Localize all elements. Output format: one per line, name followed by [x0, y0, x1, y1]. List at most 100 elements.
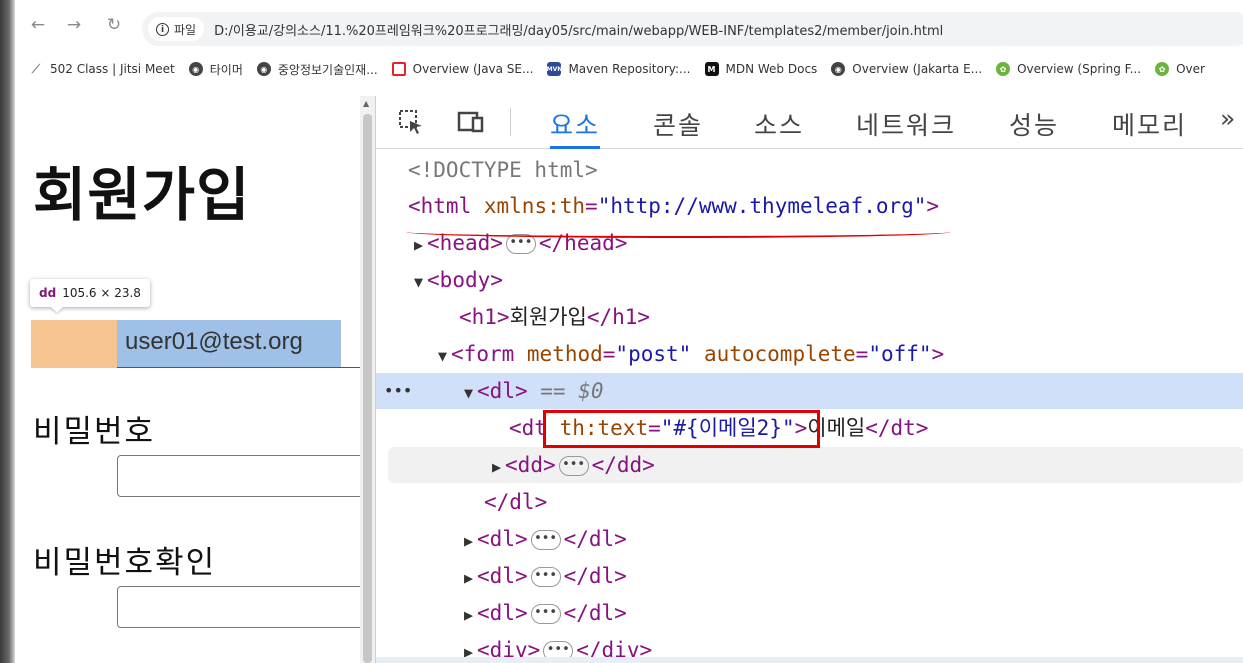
dom-line-dl-3[interactable]: ▶ <dl> ••• </dl>: [376, 558, 1243, 594]
bookmark-timer[interactable]: ◉ 타이머: [188, 61, 243, 78]
selected-marker: == $0: [540, 379, 604, 403]
annotation-underline: [406, 226, 951, 238]
password-confirm-label: 비밀번호확인: [33, 545, 217, 581]
collapse-triangle-icon[interactable]: ▼: [414, 273, 423, 291]
dom-line-form[interactable]: ▼ <form method="post" autocomplete="off">: [376, 336, 1243, 372]
expand-triangle-icon[interactable]: ▶: [464, 569, 473, 587]
expand-triangle-icon[interactable]: ▶: [464, 606, 473, 624]
form-attr-method-value: "post": [615, 342, 692, 366]
info-icon: i: [156, 22, 169, 36]
dom-line-html[interactable]: <html xmlns:th="http://www.thymeleaf.org…: [376, 188, 1243, 224]
expand-triangle-icon[interactable]: ▶: [492, 458, 501, 476]
h1-open-tag: <h1>: [459, 305, 510, 329]
dom-line-body[interactable]: ▼ <body>: [376, 262, 1243, 298]
dl-close-tag: </dl>: [563, 527, 627, 551]
bookmark-label: 502 Class | Jitsi Meet: [50, 62, 175, 76]
devtools-panel: 요소 콘솔 소스 네트워크 성능 메모리 » <!DOCTYPE html> <…: [375, 96, 1243, 663]
forward-arrow-icon[interactable]: →: [61, 12, 87, 38]
form-attr-autocomplete: autocomplete: [703, 342, 856, 366]
html-attr-value: "http://www.thymeleaf.org": [597, 194, 927, 218]
device-toolbar-icon[interactable]: [456, 108, 486, 136]
dl-open-tag: <dl>: [477, 601, 528, 625]
dom-line-doctype[interactable]: <!DOCTYPE html>: [376, 152, 1243, 188]
tab-sources[interactable]: 소스: [754, 106, 804, 146]
password-field[interactable]: [117, 455, 360, 497]
tab-network[interactable]: 네트워크: [856, 106, 956, 146]
back-arrow-icon[interactable]: ←: [25, 12, 51, 38]
bookmark-label: Over: [1176, 62, 1205, 76]
doctype-text: <!DOCTYPE html>: [408, 158, 598, 182]
html-tag: <html: [408, 194, 472, 218]
url-text[interactable]: D:/이용교/강의소스/11.%20프레임워크%20프로그래밍/day05/sr…: [214, 20, 943, 39]
bookmark-over[interactable]: ✿ Over: [1155, 62, 1205, 76]
password-label: 비밀번호: [33, 414, 156, 450]
bookmark-label: Overview (Java SE...: [412, 62, 534, 76]
devtools-tab-bar: 요소 콘솔 소스 네트워크 성능 메모리 »: [376, 96, 1243, 149]
inspect-tooltip: dd 105.6 × 23.8: [30, 279, 150, 307]
dd-open-tag: <dd>: [505, 453, 556, 477]
dom-line-dl-selected[interactable]: ••• ▼ <dl> == $0: [376, 373, 1243, 409]
dom-line-dl-2[interactable]: ▶ <dl> ••• </dl>: [376, 521, 1243, 557]
address-bar[interactable]: i 파일 D:/이용교/강의소스/11.%20프레임워크%20프로그래밍/day…: [142, 12, 1243, 46]
expand-triangle-icon[interactable]: ▶: [464, 532, 473, 550]
globe-icon: ◉: [831, 62, 846, 76]
dom-line-dd[interactable]: ▶ <dd> ••• </dd>: [388, 447, 1243, 483]
collapse-triangle-icon[interactable]: ▼: [464, 384, 473, 402]
bookmark-jitsi[interactable]: ⟋ 502 Class | Jitsi Meet: [29, 62, 175, 77]
bookmarks-bar: ⟋ 502 Class | Jitsi Meet ◉ 타이머 ◉ 중앙정보기술인…: [15, 54, 1243, 84]
page-scrollbar[interactable]: ▲: [360, 96, 375, 663]
bookmark-label: Overview (Spring F...: [1017, 62, 1142, 76]
expand-triangle-icon[interactable]: ▶: [414, 236, 423, 254]
dl-close-tag: </dl>: [484, 490, 548, 514]
inspect-element-icon[interactable]: [396, 108, 426, 136]
bookmark-java-se[interactable]: Overview (Java SE...: [391, 62, 534, 76]
bookmark-mdn[interactable]: M MDN Web Docs: [704, 62, 817, 76]
bookmark-label: Overview (Jakarta E...: [852, 62, 983, 76]
collapse-triangle-icon[interactable]: ▼: [438, 347, 447, 365]
tooltip-size: 105.6 × 23.8: [62, 286, 141, 300]
dom-line-dl-close[interactable]: </dl>: [376, 484, 1243, 520]
bookmark-spring[interactable]: ✿ Overview (Spring F...: [996, 62, 1141, 76]
oracle-icon: [391, 62, 406, 76]
more-tabs-chevron-icon[interactable]: »: [1220, 104, 1235, 133]
devtools-horizontal-scrollbar[interactable]: [376, 657, 1243, 663]
dl-open-tag: <dl>: [477, 564, 528, 588]
tab-performance[interactable]: 성능: [1009, 106, 1059, 146]
bookmark-jakarta[interactable]: ◉ Overview (Jakarta E...: [831, 62, 982, 76]
ellipsis-icon[interactable]: •••: [558, 456, 589, 476]
row-actions-dots-icon[interactable]: •••: [384, 373, 412, 409]
tab-memory[interactable]: 메모리: [1112, 106, 1187, 146]
form-attr-method: method: [526, 342, 603, 366]
scrollbar-thumb[interactable]: [363, 114, 372, 663]
browser-toolbar: ← → ↻ i 파일 D:/이용교/강의소스/11.%20프레임워크%20프로그…: [15, 0, 1243, 50]
tooltip-tag: dd: [39, 286, 57, 300]
tab-console[interactable]: 콘솔: [653, 106, 703, 146]
dl-open-tag: <dl>: [477, 379, 528, 403]
dom-line-dl-4[interactable]: ▶ <dl> ••• </dl>: [376, 595, 1243, 631]
reload-icon[interactable]: ↻: [101, 12, 127, 38]
site-info-button[interactable]: i 파일: [148, 17, 205, 41]
email-field-border: [117, 367, 360, 368]
email-field[interactable]: user01@test.org: [125, 328, 303, 356]
bookmark-maven[interactable]: MVN Maven Repository:...: [547, 62, 691, 76]
dl-close-tag: </dl>: [563, 601, 627, 625]
maven-icon: MVN: [547, 62, 562, 76]
tab-separator: [510, 108, 511, 136]
scroll-up-arrow-icon[interactable]: ▲: [363, 99, 369, 108]
bookmark-jungang[interactable]: ◉ 중앙정보기술인재...: [256, 61, 378, 78]
tab-elements[interactable]: 요소: [550, 106, 601, 149]
dl-close-tag: </dl>: [563, 564, 627, 588]
ellipsis-icon[interactable]: •••: [530, 604, 561, 624]
h1-text: 회원가입: [509, 305, 587, 329]
bookmark-label: 중앙정보기술인재...: [277, 62, 378, 77]
ellipsis-icon[interactable]: •••: [530, 567, 561, 587]
globe-icon: ◉: [256, 62, 271, 76]
bookmark-label: Maven Repository:...: [568, 62, 691, 76]
dt-close-tag: </dt>: [865, 416, 929, 440]
ellipsis-icon[interactable]: •••: [530, 530, 561, 550]
password-confirm-field[interactable]: [117, 586, 360, 628]
dom-line-h1[interactable]: <h1>회원가입</h1>: [376, 299, 1243, 335]
tooltip-arrow: [51, 307, 63, 313]
dd-margin-highlight: [31, 320, 117, 368]
body-tag: <body>: [427, 268, 503, 292]
